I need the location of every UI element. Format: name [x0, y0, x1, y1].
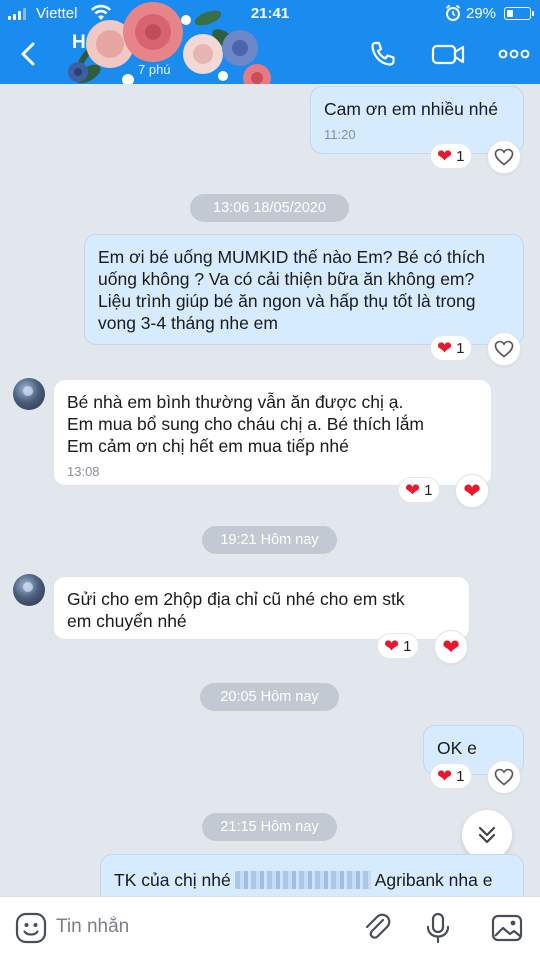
attachment-icon[interactable] [360, 911, 394, 945]
message-input[interactable] [56, 909, 346, 945]
message-bubble-incoming[interactable]: Gửi cho em 2hộp địa chỉ cũ nhé cho em st… [53, 576, 470, 640]
message-text: Agribank nha e [374, 870, 493, 890]
message-text: OK e [437, 738, 477, 758]
sticker-icon[interactable] [14, 911, 48, 945]
react-button[interactable] [487, 332, 521, 366]
message-bubble-outgoing[interactable]: TK của chị nhé Agribank nha e [100, 854, 524, 896]
message-text-line: Em ơi bé uống MUMKID thế nào Em? Bé có t… [98, 247, 485, 267]
message-text: TK của chị nhé [114, 870, 231, 890]
chat-header: Viettel 21:41 29% H 7 phú [0, 0, 540, 84]
scroll-to-bottom-button[interactable] [462, 810, 512, 860]
reaction-count[interactable]: ❤ 1 [430, 763, 473, 789]
message-text-line: em chuyển nhé [67, 611, 187, 631]
message-text-line: Bé nhà em bình thường vẫn ăn được chị ạ. [67, 392, 404, 412]
date-divider: 21:15 Hôm nay [202, 813, 337, 841]
message-text-line: uống không ? Va có cải thiện bữa ăn khôn… [98, 269, 475, 289]
reaction-count-value: 1 [403, 637, 412, 655]
flower-decoration [68, 2, 271, 84]
heart-icon: ❤ [437, 337, 453, 358]
chat-messages[interactable]: Cam ơn em nhiều nhé 11:20 ❤ 1 13:06 18/0… [0, 84, 540, 896]
message-text-line: Em cảm ơn chị hết em mua tiếp nhé [67, 436, 349, 456]
message-bubble-outgoing[interactable]: Em ơi bé uống MUMKID thế nào Em? Bé có t… [84, 234, 524, 345]
battery-percentage: 29% [466, 5, 497, 22]
avatar[interactable] [13, 574, 45, 606]
reaction-count-value: 1 [456, 767, 465, 785]
reaction-count[interactable]: ❤ 1 [377, 633, 420, 659]
react-button[interactable]: ❤ [434, 630, 468, 664]
reaction-count-value: 1 [456, 147, 465, 165]
heart-icon: ❤ [442, 635, 460, 659]
battery-icon [504, 7, 534, 20]
more-options-icon[interactable] [496, 38, 532, 70]
reaction-count[interactable]: ❤ 1 [398, 477, 441, 503]
heart-icon: ❤ [405, 479, 421, 500]
react-button[interactable] [487, 760, 521, 794]
heart-outline-icon [494, 340, 514, 358]
double-chevron-down-icon [478, 826, 496, 844]
heart-icon: ❤ [437, 145, 453, 166]
alarm-icon [445, 4, 461, 21]
video-camera-icon[interactable] [430, 38, 466, 70]
avatar[interactable] [13, 378, 45, 410]
message-time: 11:20 [324, 127, 356, 142]
message-text: Cam ơn em nhiều nhé [324, 99, 498, 119]
date-divider: 19:21 Hôm nay [202, 526, 337, 554]
message-bubble-incoming[interactable]: Bé nhà em bình thường vẫn ăn được chị ạ.… [53, 379, 492, 486]
heart-icon: ❤ [463, 479, 481, 503]
heart-icon: ❤ [384, 635, 400, 656]
reaction-count[interactable]: ❤ 1 [430, 143, 473, 169]
message-text-line: Gửi cho em 2hộp địa chỉ cũ nhé cho em st… [67, 589, 405, 609]
heart-icon: ❤ [437, 765, 453, 786]
reaction-count-value: 1 [456, 339, 465, 357]
message-input-bar [0, 896, 540, 960]
date-divider: 20:05 Hôm nay [200, 683, 339, 711]
message-text-line: Em mua bổ sung cho cháu chị a. Bé thích … [67, 414, 424, 434]
image-icon[interactable] [490, 911, 524, 945]
react-button[interactable] [487, 140, 521, 174]
message-text-line: Liệu trình giúp bé ăn ngon và hấp thụ tố… [98, 291, 476, 311]
date-divider: 13:06 18/05/2020 [190, 194, 349, 222]
phone-icon[interactable] [366, 38, 402, 70]
reaction-count[interactable]: ❤ 1 [430, 335, 473, 361]
react-button[interactable]: ❤ [455, 474, 489, 508]
redacted-account-number [234, 871, 371, 889]
back-arrow-icon[interactable] [14, 38, 42, 70]
message-text-line: vong 3-4 tháng nhe em [98, 313, 278, 333]
heart-outline-icon [494, 148, 514, 166]
heart-outline-icon [494, 768, 514, 786]
microphone-icon[interactable] [421, 911, 455, 945]
reaction-count-value: 1 [424, 481, 433, 499]
